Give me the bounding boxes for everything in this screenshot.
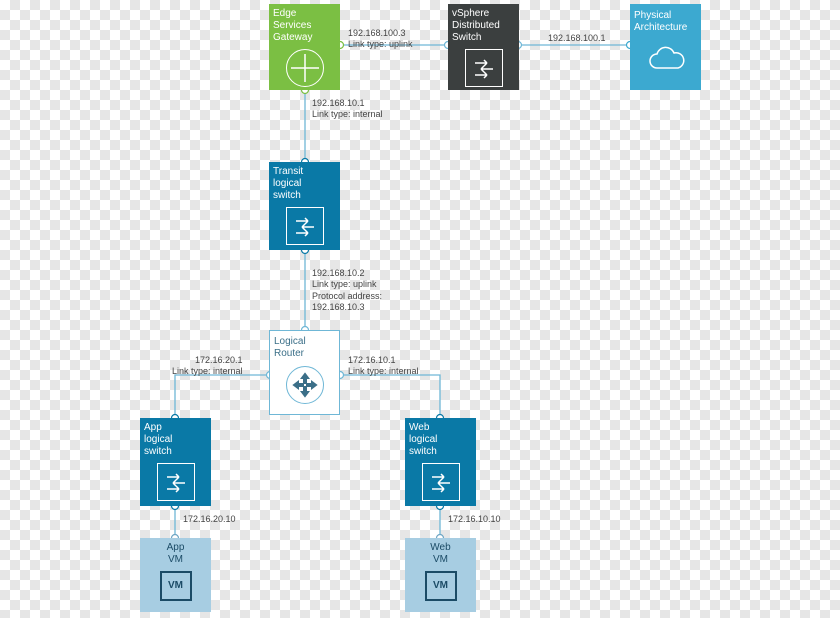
phys-title-1: Physical	[634, 10, 671, 22]
node-app-logical-switch: App logical switch	[140, 418, 211, 506]
label-web-vm-ip: 172.16.10.10	[448, 514, 501, 524]
label-router-app-type: Link type: internal	[172, 366, 243, 376]
transit-title-1: Transit	[273, 166, 303, 178]
label-esg-vds-type: Link type: uplink	[348, 39, 413, 49]
label-app-vm: 172.16.20.10	[183, 514, 236, 525]
label-esg-transit: 192.168.10.1 Link type: internal	[312, 98, 383, 121]
router-title-1: Logical	[274, 336, 306, 348]
node-transit-logical-switch: Transit logical switch	[269, 162, 340, 250]
vds-title-3: Switch	[452, 32, 481, 44]
label-router-web: 172.16.10.1 Link type: internal	[348, 355, 419, 378]
appsw-title-2: logical	[144, 434, 172, 446]
node-web-logical-switch: Web logical switch	[405, 418, 476, 506]
label-router-web-type: Link type: internal	[348, 366, 419, 376]
label-vds-phys: 192.168.100.1	[548, 33, 606, 44]
label-transit-router-type: Link type: uplink	[312, 279, 377, 289]
vds-title-1: vSphere	[452, 8, 489, 20]
node-edge-services-gateway: Edge Services Gateway	[269, 4, 340, 90]
phys-title-2: Architecture	[634, 22, 687, 34]
webvm-title-1: Web	[409, 542, 472, 554]
router-icon	[286, 366, 324, 404]
node-web-vm: Web VM VM	[405, 538, 476, 612]
vm-icon: VM	[425, 571, 457, 601]
esg-title-3: Gateway	[273, 32, 312, 44]
label-transit-router: 192.168.10.2 Link type: uplink Protocol …	[312, 268, 382, 313]
gateway-icon	[286, 49, 324, 87]
node-vsphere-distributed-switch: vSphere Distributed Switch	[448, 4, 519, 90]
label-router-app: 172.16.20.1 Link type: internal	[172, 355, 243, 378]
label-esg-transit-ip: 192.168.10.1	[312, 98, 365, 108]
node-app-vm: App VM VM	[140, 538, 211, 612]
node-physical-architecture: Physical Architecture	[630, 4, 701, 90]
node-logical-router: Logical Router	[269, 330, 340, 415]
switch-icon	[422, 463, 460, 501]
transit-title-2: logical	[273, 178, 301, 190]
label-transit-router-ip: 192.168.10.2	[312, 268, 365, 278]
label-router-web-ip: 172.16.10.1	[348, 355, 396, 365]
switch-icon	[465, 49, 503, 87]
label-esg-vds-ip: 192.168.100.3	[348, 28, 406, 38]
appsw-title-1: App	[144, 422, 162, 434]
webvm-title-2: VM	[409, 554, 472, 566]
transit-title-3: switch	[273, 190, 301, 202]
label-vds-phys-ip: 192.168.100.1	[548, 33, 606, 43]
label-esg-vds: 192.168.100.3 Link type: uplink	[348, 28, 413, 51]
appsw-title-3: switch	[144, 446, 172, 458]
label-app-vm-ip: 172.16.20.10	[183, 514, 236, 524]
switch-icon	[286, 207, 324, 245]
vm-icon: VM	[160, 571, 192, 601]
router-title-2: Router	[274, 348, 304, 360]
esg-title-1: Edge	[273, 8, 296, 20]
label-router-app-ip: 172.16.20.1	[195, 355, 243, 365]
vm-icon-label: VM	[168, 580, 183, 592]
appvm-title-2: VM	[144, 554, 207, 566]
label-esg-transit-type: Link type: internal	[312, 109, 383, 119]
vm-icon-label: VM	[433, 580, 448, 592]
cloud-icon	[643, 41, 689, 81]
appvm-title-1: App	[144, 542, 207, 554]
label-transit-router-proto1: Protocol address:	[312, 291, 382, 301]
switch-icon	[157, 463, 195, 501]
websw-title-3: switch	[409, 446, 437, 458]
connections	[0, 0, 840, 618]
label-web-vm: 172.16.10.10	[448, 514, 501, 525]
websw-title-1: Web	[409, 422, 429, 434]
label-transit-router-proto2: 192.168.10.3	[312, 302, 365, 312]
websw-title-2: logical	[409, 434, 437, 446]
vds-title-2: Distributed	[452, 20, 500, 32]
esg-title-2: Services	[273, 20, 311, 32]
